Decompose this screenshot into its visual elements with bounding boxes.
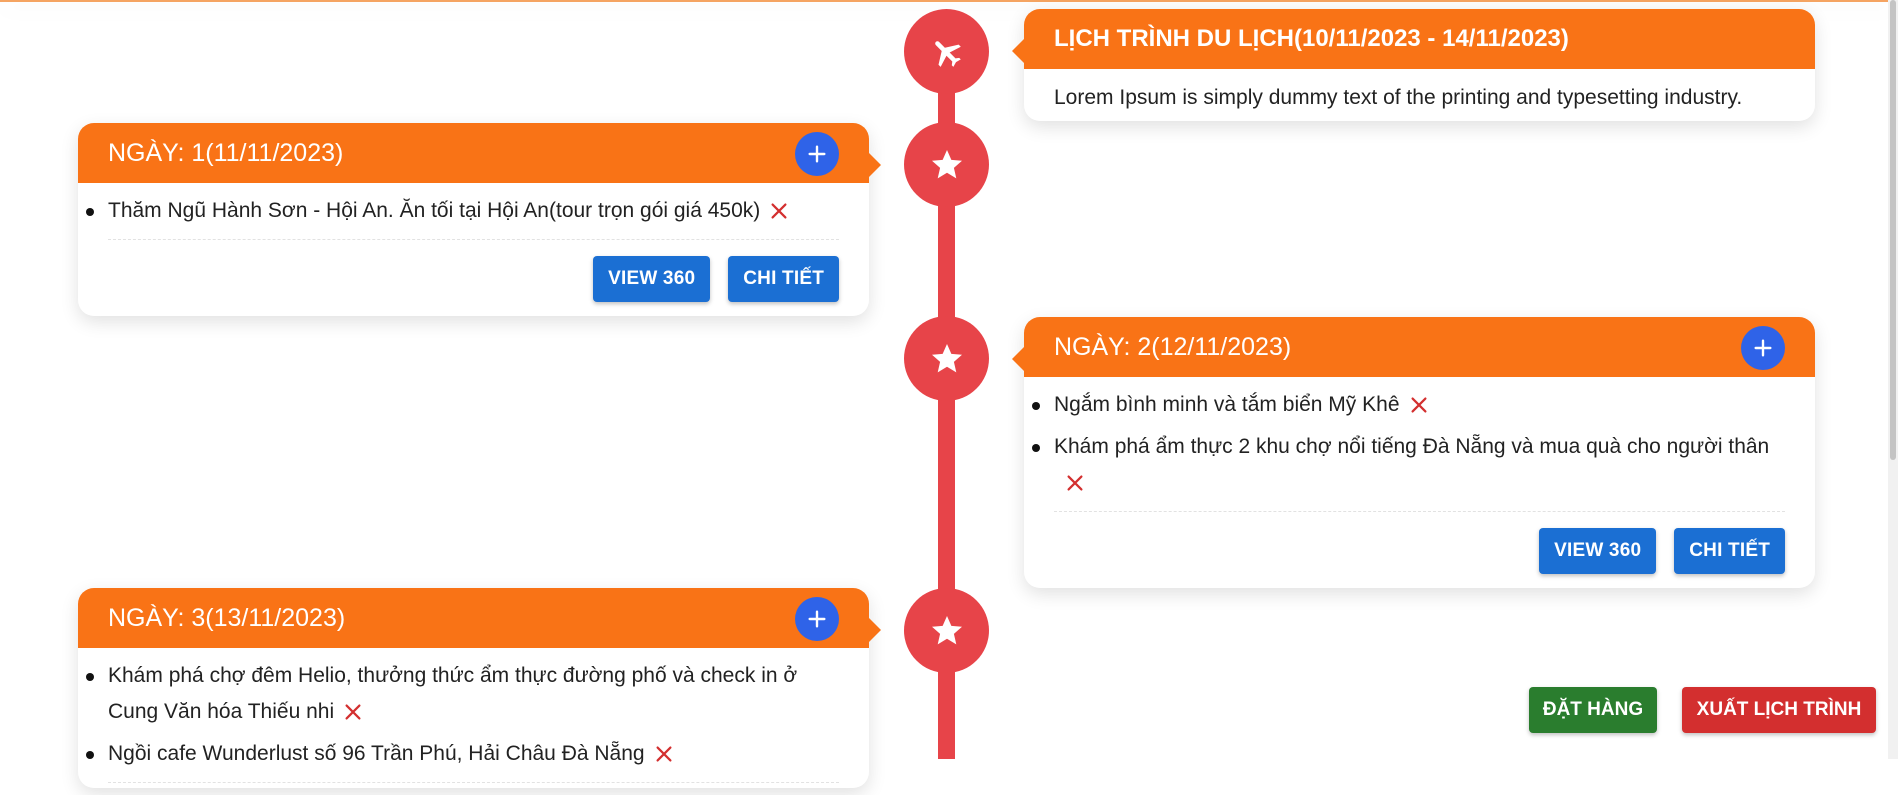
day-card-3: NGÀY: 3(13/11/2023) Khám phá chợ đêm Hel…: [78, 588, 881, 788]
timeline-node-day-1: [904, 122, 989, 207]
close-icon[interactable]: [768, 198, 790, 220]
day-card-header: NGÀY: 2(12/11/2023): [1012, 317, 1815, 377]
intro-text: Lorem Ipsum is simply dummy text of the …: [1054, 86, 1743, 109]
plus-icon: [808, 145, 826, 163]
day-title: NGÀY: 3(13/11/2023): [108, 603, 346, 632]
timeline-node-day-3: [904, 588, 989, 673]
timeline-node-day-2: [904, 316, 989, 401]
close-icon[interactable]: [342, 699, 364, 721]
card-button-row: VIEW 360 CHI TIẾT: [108, 240, 839, 302]
activity-text: Ngắm bình minh và tắm biển Mỹ Khê: [1054, 393, 1400, 416]
close-icon[interactable]: [1408, 392, 1430, 414]
star-icon: [931, 615, 962, 644]
order-button[interactable]: ĐẶT HÀNG: [1529, 687, 1657, 733]
export-itinerary-button[interactable]: XUẤT LỊCH TRÌNH: [1682, 687, 1876, 733]
list-item: Khám phá chợ đêm Helio, thưởng thức ẩm t…: [86, 658, 839, 730]
list-item: Ngồi cafe Wunderlust số 96 Trần Phú, Hải…: [86, 736, 839, 772]
activity-list: Khám phá chợ đêm Helio, thưởng thức ẩm t…: [86, 658, 839, 783]
add-activity-button[interactable]: [795, 132, 839, 176]
intro-card: LỊCH TRÌNH DU LỊCH(10/11/2023 - 14/11/20…: [1012, 9, 1815, 121]
list-item: Ngắm bình minh và tắm biển Mỹ Khê: [1032, 387, 1785, 423]
day-title: NGÀY: 2(12/11/2023): [1054, 332, 1292, 361]
activity-text: Khám phá chợ đêm Helio, thưởng thức ẩm t…: [108, 664, 798, 723]
list-item: Khám phá ẩm thực 2 khu chợ nổi tiếng Đà …: [1032, 429, 1785, 501]
activity-list: Ngắm bình minh và tắm biển Mỹ Khê Khám p…: [1032, 387, 1785, 512]
day-title: NGÀY: 1(11/11/2023): [108, 138, 344, 167]
activity-text: Ngồi cafe Wunderlust số 96 Trần Phú, Hải…: [108, 742, 645, 765]
add-activity-button[interactable]: [795, 597, 839, 641]
day-card-1: NGÀY: 1(11/11/2023) Thăm Ngũ Hành Sơn - …: [78, 123, 881, 316]
scrollbar-thumb[interactable]: [1890, 0, 1896, 460]
intro-card-header: LỊCH TRÌNH DU LỊCH(10/11/2023 - 14/11/20…: [1012, 9, 1815, 69]
add-activity-button[interactable]: [1741, 326, 1785, 370]
view-360-button[interactable]: VIEW 360: [1539, 528, 1657, 574]
day-card-header: NGÀY: 1(11/11/2023): [78, 123, 881, 183]
list-item: Thăm Ngũ Hành Sơn - Hội An. Ăn tối tại H…: [86, 193, 839, 229]
plus-icon: [1754, 339, 1772, 357]
activity-text: Thăm Ngũ Hành Sơn - Hội An. Ăn tối tại H…: [108, 199, 761, 222]
day-card-header: NGÀY: 3(13/11/2023): [78, 588, 881, 648]
intro-title: LỊCH TRÌNH DU LỊCH(10/11/2023 - 14/11/20…: [1054, 25, 1569, 52]
day-card-2: NGÀY: 2(12/11/2023) Ngắm bình minh và tắ…: [1012, 317, 1815, 588]
scrollbar[interactable]: [1888, 0, 1898, 759]
view-360-button[interactable]: VIEW 360: [593, 256, 711, 302]
close-icon[interactable]: [653, 741, 675, 763]
star-icon: [931, 149, 962, 178]
day-card-body: Thăm Ngũ Hành Sơn - Hội An. Ăn tối tại H…: [78, 183, 869, 314]
plane-icon: [934, 40, 961, 67]
activity-list: Thăm Ngũ Hành Sơn - Hội An. Ăn tối tại H…: [86, 193, 839, 240]
top-strip: [0, 0, 1898, 2]
timeline-node-intro: [904, 9, 989, 94]
plus-icon: [808, 610, 826, 628]
detail-button[interactable]: CHI TIẾT: [728, 256, 839, 302]
detail-button[interactable]: CHI TIẾT: [1674, 528, 1785, 574]
card-button-row: VIEW 360 CHI TIẾT: [1054, 512, 1785, 574]
star-icon: [931, 343, 962, 372]
day-card-body: Ngắm bình minh và tắm biển Mỹ Khê Khám p…: [1024, 377, 1815, 586]
activity-text: Khám phá ẩm thực 2 khu chợ nổi tiếng Đà …: [1054, 435, 1770, 458]
close-icon[interactable]: [1064, 470, 1086, 492]
day-card-body: Khám phá chợ đêm Helio, thưởng thức ẩm t…: [78, 648, 869, 795]
